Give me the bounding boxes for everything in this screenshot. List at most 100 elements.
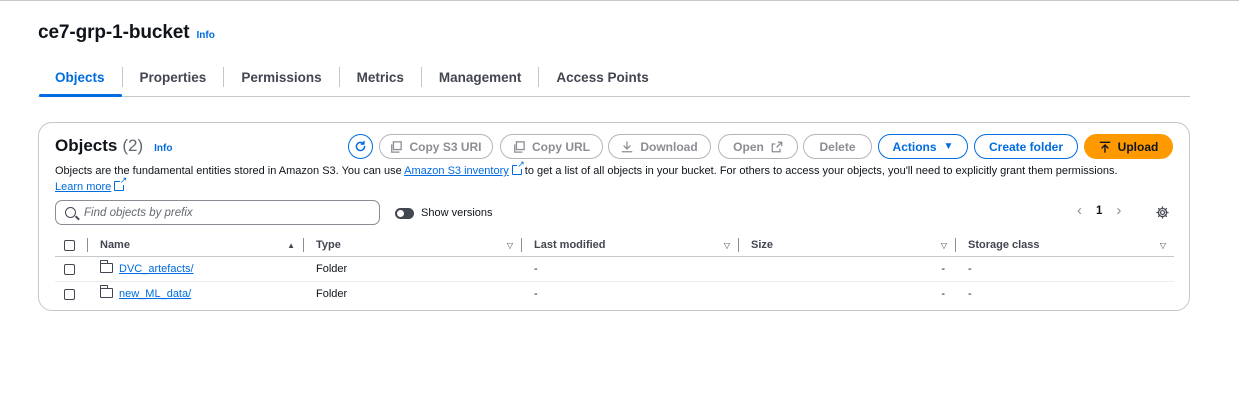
column-label-name: Name (100, 239, 130, 251)
description-text: to get a list of all objects in your buc… (521, 165, 1118, 177)
tab-metrics[interactable]: Metrics (340, 58, 421, 96)
storage-class-cell: - (968, 288, 972, 301)
create-folder-button[interactable]: Create folder (974, 134, 1078, 159)
folder-icon (99, 260, 113, 273)
create-folder-label: Create folder (988, 139, 1064, 154)
sort-icon: ▽ (1159, 240, 1166, 250)
size-cell: - (941, 288, 945, 301)
page-header: ce7-grp-1-bucket Info (38, 22, 215, 44)
sort-icon: ▽ (506, 240, 513, 250)
open-button[interactable]: Open (718, 134, 798, 159)
upload-icon (1099, 141, 1111, 153)
current-page[interactable]: 1 (1096, 205, 1102, 217)
column-header-storage-class[interactable]: Storage class ▽ (955, 234, 1174, 257)
download-label: Download (640, 139, 698, 154)
column-header-last-modified[interactable]: Last modified ▽ (521, 234, 738, 257)
learn-more-link[interactable]: Learn more (55, 181, 111, 193)
show-versions-label: Show versions (421, 207, 493, 219)
objects-description: Objects are the fundamental entities sto… (55, 160, 1175, 195)
column-label-type: Type (316, 239, 341, 251)
copy-url-button[interactable]: Copy URL (500, 134, 603, 159)
column-header-type[interactable]: Type ▽ (303, 234, 521, 257)
description-text: Objects are the fundamental entities sto… (55, 165, 405, 177)
sort-ascending-icon: ▲ (287, 240, 295, 250)
column-divider (738, 238, 739, 252)
column-header-name[interactable]: Name ▲ (87, 234, 303, 257)
last-modified-cell: - (534, 288, 538, 301)
refresh-button[interactable] (348, 134, 373, 159)
row-checkbox[interactable] (64, 288, 75, 300)
chevron-left-icon[interactable]: ‹ (1077, 203, 1082, 218)
object-link[interactable]: new_ML_data/ (119, 288, 191, 300)
s3-inventory-link[interactable]: Amazon S3 inventory (404, 165, 509, 177)
chevron-right-icon[interactable]: › (1116, 203, 1121, 218)
objects-count: (2) (122, 136, 144, 155)
copy-icon (391, 140, 403, 153)
bucket-info-link[interactable]: Info (197, 30, 215, 41)
copy-s3-uri-button[interactable]: Copy S3 URI (379, 134, 493, 159)
objects-panel: Objects (2) Info Copy S3 URI Copy URL Do… (38, 122, 1190, 311)
delete-button[interactable]: Delete (803, 134, 872, 159)
table-row: new_ML_data/ Folder - - - (55, 282, 1174, 307)
external-link-icon (511, 160, 525, 175)
column-divider (955, 238, 956, 252)
download-button[interactable]: Download (608, 134, 711, 159)
folder-icon (99, 285, 113, 299)
download-icon (621, 140, 633, 152)
search-box[interactable] (55, 200, 380, 225)
name-cell: new_ML_data/ (87, 282, 303, 307)
objects-panel-header: Objects (2) Info (55, 136, 172, 156)
column-header-size[interactable]: Size ▽ (738, 234, 955, 257)
tab-objects[interactable]: Objects (38, 58, 122, 97)
pagination: ‹ 1 › (1077, 203, 1121, 218)
copy-icon (514, 140, 525, 153)
show-versions-toggle[interactable] (395, 207, 414, 219)
type-cell: Folder (316, 288, 348, 301)
row-select-cell (55, 282, 87, 307)
select-all-checkbox[interactable] (64, 239, 75, 251)
tab-management[interactable]: Management (422, 58, 539, 96)
gear-icon[interactable] (1156, 206, 1169, 219)
upload-label: Upload (1117, 139, 1159, 154)
column-divider (303, 238, 304, 252)
last-modified-cell: - (521, 256, 738, 282)
open-label: Open (733, 139, 764, 154)
column-divider (87, 238, 88, 252)
delete-label: Delete (819, 139, 856, 154)
select-all-cell (55, 234, 87, 257)
actions-dropdown[interactable]: Actions ▼ (878, 134, 968, 159)
tab-permissions[interactable]: Permissions (224, 58, 338, 96)
caret-down-icon: ▼ (943, 141, 954, 152)
column-label-last-modified: Last modified (534, 239, 606, 251)
page-title: ce7-grp-1-bucket (38, 22, 190, 43)
external-link-icon (114, 176, 128, 191)
tab-bar: Objects Properties Permissions Metrics M… (38, 58, 1190, 97)
type-cell: Folder (303, 256, 521, 282)
external-link-icon (771, 141, 783, 152)
tab-properties[interactable]: Properties (123, 58, 224, 96)
column-label-size: Size (751, 239, 774, 251)
search-icon (65, 207, 76, 218)
upload-button[interactable]: Upload (1084, 134, 1173, 159)
copy-url-label: Copy URL (532, 139, 590, 154)
column-divider (521, 238, 522, 252)
size-cell: - (738, 256, 955, 282)
table-header-row: Name ▲ Type ▽ Last modified ▽ Size ▽ Storage… (55, 234, 1174, 257)
objects-info-link[interactable]: Info (154, 143, 172, 154)
name-cell: DVC_artefacts/ (87, 256, 303, 282)
table-row: DVC_artefacts/ Folder - - - (55, 256, 1174, 282)
object-link[interactable]: DVC_artefacts/ (119, 263, 194, 275)
objects-table: Name ▲ Type ▽ Last modified ▽ Size ▽ Storage… (55, 234, 1174, 307)
sort-icon: ▽ (940, 240, 947, 250)
copy-s3-uri-label: Copy S3 URI (409, 139, 482, 154)
search-input[interactable] (84, 206, 364, 219)
column-label-storage-class: Storage class (968, 239, 1040, 251)
sort-icon: ▽ (723, 240, 730, 250)
row-select-cell (55, 256, 87, 282)
refresh-icon (355, 140, 366, 152)
row-checkbox[interactable] (64, 263, 75, 275)
show-versions-toggle-group: Show versions (395, 207, 493, 219)
tab-access-points[interactable]: Access Points (539, 58, 665, 96)
top-divider (0, 0, 1239, 1)
objects-heading: Objects (55, 136, 118, 155)
